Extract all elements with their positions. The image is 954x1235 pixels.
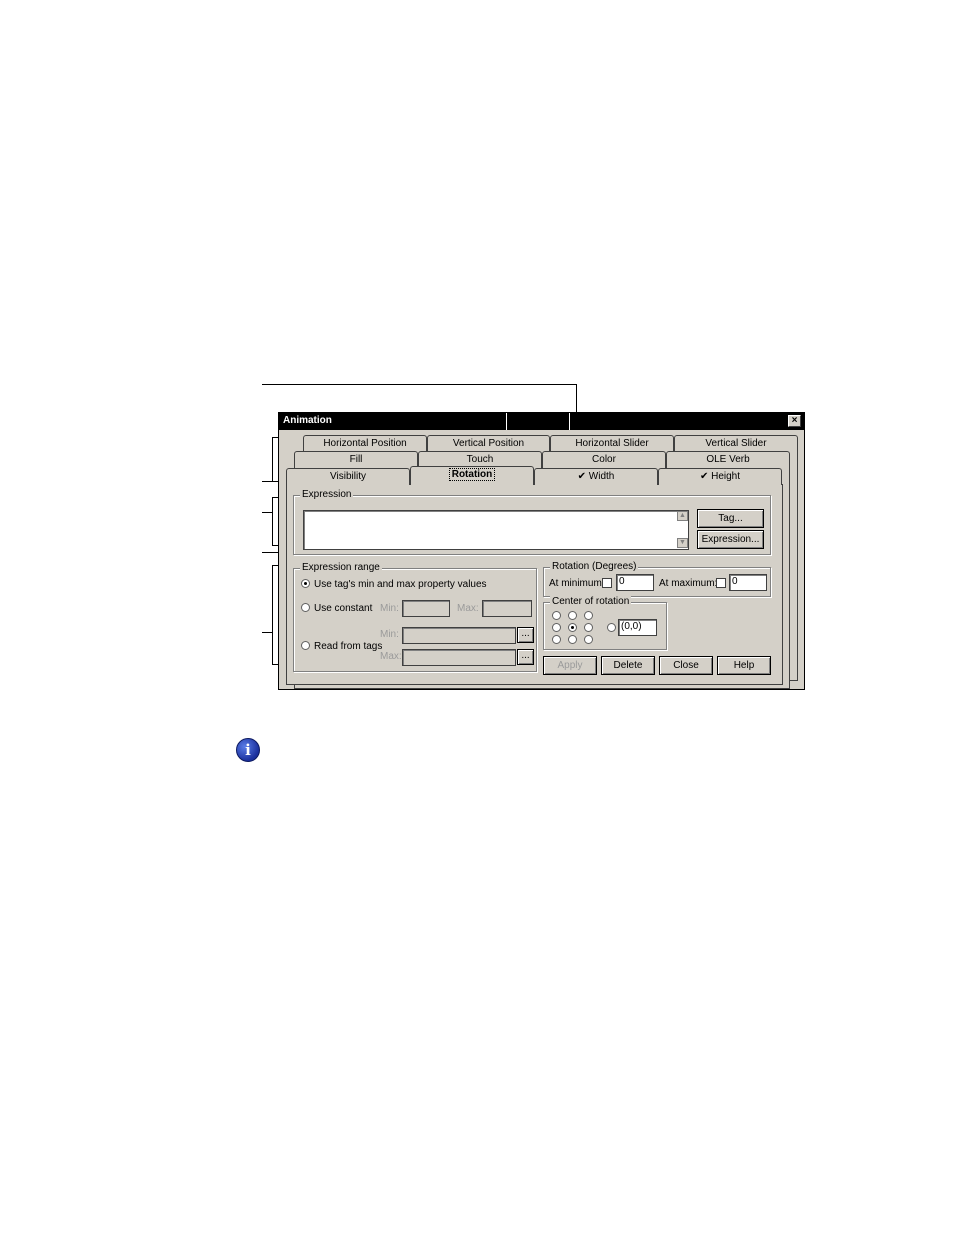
tab-height[interactable]: ✔ Height [658, 468, 782, 485]
info-icon: i [236, 738, 260, 762]
tab-width[interactable]: ✔ Width [534, 468, 658, 485]
title-separator [506, 413, 507, 430]
title-separator [569, 413, 570, 430]
close-icon[interactable]: × [788, 415, 801, 427]
tags-min-browse-button[interactable]: ... [517, 627, 534, 643]
tags-max-label: Max: [380, 651, 402, 662]
constant-min-label: Min: [380, 603, 399, 614]
expression-range-title: Expression range [300, 562, 382, 573]
scroll-down-icon[interactable]: ▼ [677, 538, 688, 548]
constant-max-label: Max: [457, 603, 479, 614]
tags-max-field[interactable] [402, 649, 516, 666]
expression-input[interactable] [303, 510, 689, 550]
window-title: Animation [283, 415, 332, 426]
center-bottom-center-radio[interactable] [568, 635, 577, 644]
tab-rotation[interactable]: Rotation [410, 466, 534, 485]
tab-label: Color [592, 454, 616, 465]
at-minimum-checkbox[interactable] [602, 578, 612, 588]
center-middle-center-radio[interactable] [568, 623, 577, 632]
tab-label: Horizontal Slider [575, 438, 649, 449]
animation-dialog: Animation × Horizontal Position Vertical… [278, 412, 805, 690]
center-top-center-radio[interactable] [568, 611, 577, 620]
at-minimum-field[interactable]: 0 [616, 574, 654, 591]
tab-vertical-position[interactable]: Vertical Position [427, 435, 550, 452]
center-top-right-radio[interactable] [584, 611, 593, 620]
center-of-rotation-title: Center of rotation [550, 596, 632, 607]
constant-min-field[interactable] [402, 600, 450, 617]
use-constant-radio[interactable] [301, 603, 310, 612]
tab-fill[interactable]: Fill [294, 451, 418, 468]
tab-label: ✔ Width [577, 471, 615, 482]
tag-button[interactable]: Tag... [697, 509, 764, 528]
tab-label: OLE Verb [706, 454, 750, 465]
rotation-degrees-title: Rotation (Degrees) [550, 561, 639, 572]
tab-horizontal-slider[interactable]: Horizontal Slider [550, 435, 674, 452]
help-button[interactable]: Help [717, 656, 771, 675]
at-maximum-field[interactable]: 0 [729, 574, 767, 591]
center-custom-field[interactable]: (0,0) [618, 619, 657, 636]
center-top-left-radio[interactable] [552, 611, 561, 620]
center-bottom-right-radio[interactable] [584, 635, 593, 644]
tags-min-field[interactable] [402, 627, 516, 644]
read-from-tags-radio[interactable] [301, 641, 310, 650]
bracket-range-stem [262, 632, 272, 633]
tab-vertical-slider[interactable]: Vertical Slider [674, 435, 798, 452]
center-custom-radio[interactable] [607, 623, 616, 632]
tab-label: ✔ Height [699, 471, 741, 482]
tab-horizontal-position[interactable]: Horizontal Position [303, 435, 427, 452]
use-tag-minmax-label: Use tag's min and max property values [314, 579, 487, 590]
bracket-expression-stem [262, 512, 272, 513]
bracket-range [272, 565, 273, 664]
tab-color[interactable]: Color [542, 451, 666, 468]
tab-visibility[interactable]: Visibility [286, 468, 410, 485]
expression-group-title: Expression [300, 489, 354, 500]
use-constant-label: Use constant [314, 603, 373, 614]
tab-label: Vertical Position [452, 438, 525, 449]
tab-label: Touch [466, 454, 494, 465]
at-maximum-label: At maximum: [659, 578, 718, 589]
bracket-expression [272, 497, 273, 545]
constant-max-field[interactable] [482, 600, 532, 617]
tab-label: Horizontal Position [323, 438, 407, 449]
apply-button[interactable]: Apply [543, 656, 597, 675]
center-bottom-left-radio[interactable] [552, 635, 561, 644]
expression-button[interactable]: Expression... [697, 530, 764, 549]
scroll-up-icon[interactable]: ▲ [677, 511, 688, 521]
tags-max-browse-button[interactable]: ... [517, 649, 534, 665]
tab-ole-verb[interactable]: OLE Verb [666, 451, 790, 468]
close-button[interactable]: Close [659, 656, 713, 675]
use-tag-minmax-radio[interactable] [301, 579, 310, 588]
center-middle-right-radio[interactable] [584, 623, 593, 632]
at-maximum-checkbox[interactable] [716, 578, 726, 588]
callout-line-width [262, 384, 576, 385]
at-minimum-label: At minimum: [549, 578, 605, 589]
tab-label: Visibility [330, 471, 366, 482]
read-from-tags-label: Read from tags [314, 641, 383, 652]
bracket-tabs [272, 437, 273, 481]
delete-button[interactable]: Delete [601, 656, 655, 675]
bracket-tabs-stem [262, 481, 272, 482]
center-middle-left-radio[interactable] [552, 623, 561, 632]
tab-label: Vertical Slider [705, 438, 767, 449]
tags-min-label: Min: [380, 629, 399, 640]
tab-label: Rotation [448, 468, 496, 481]
title-bar: Animation × [279, 413, 804, 430]
tab-label: Fill [349, 454, 363, 465]
